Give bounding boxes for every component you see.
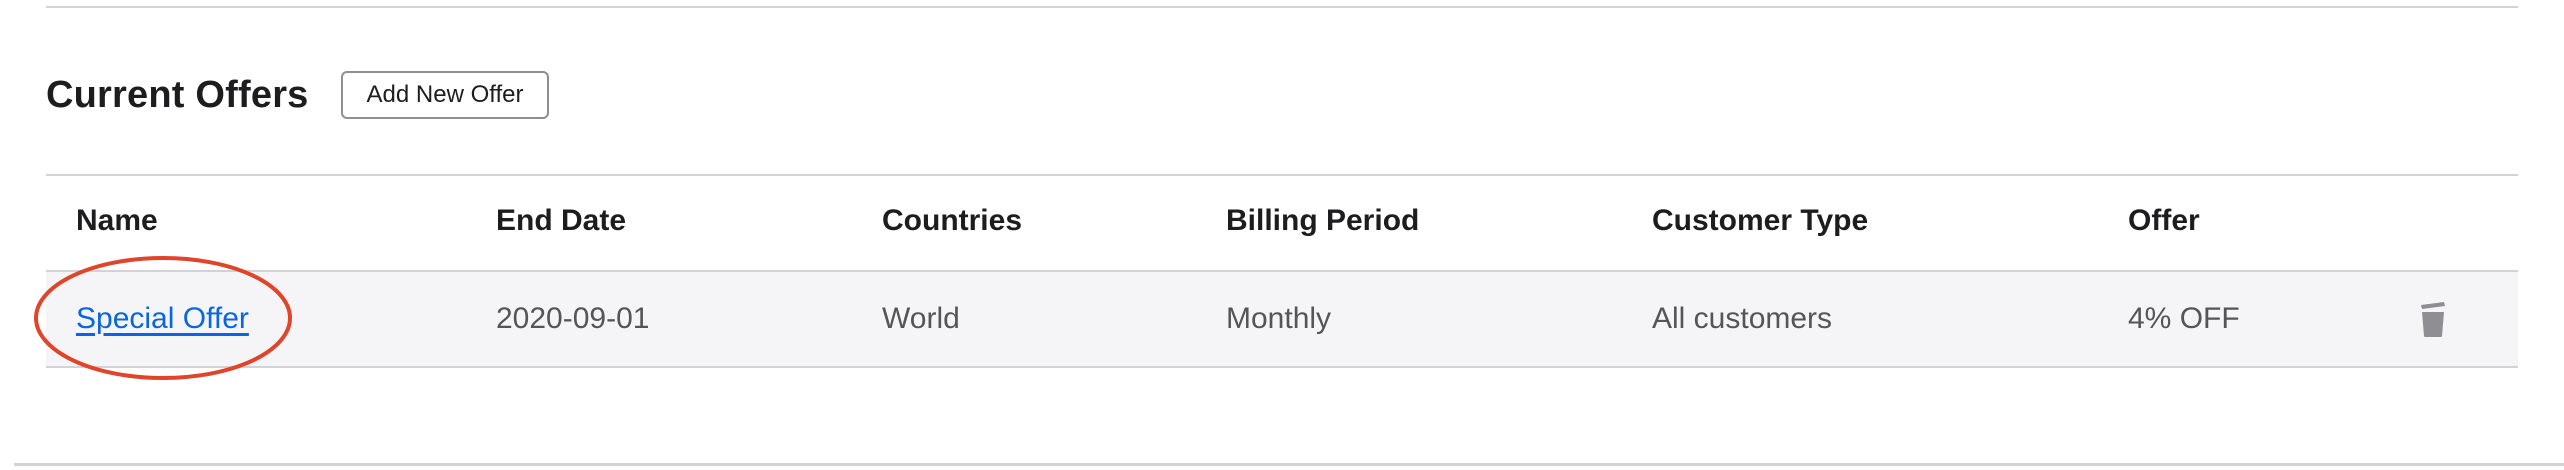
delete-cell [2418, 272, 2448, 366]
column-header-countries: Countries [882, 204, 1023, 237]
offer-name-cell: Special Offer [76, 272, 249, 366]
trash-icon[interactable] [2418, 299, 2448, 339]
offer-cell: 4% OFF [2128, 302, 2240, 335]
column-header-customer-type: Customer Type [1652, 204, 1869, 237]
bottom-divider [14, 463, 2564, 466]
table-header-row: Name End Date Countries Billing Period C… [46, 174, 2518, 272]
billing-period-cell: Monthly [1226, 302, 1332, 335]
section-title: Current Offers [46, 73, 309, 116]
table-row: Special Offer 2020-09-01 World Monthly A… [46, 272, 2518, 368]
section-header: Current Offers Add New Offer [46, 70, 550, 120]
offer-name-link[interactable]: Special Offer [76, 302, 249, 336]
customer-type-cell: All customers [1652, 302, 1833, 335]
countries-cell: World [882, 302, 960, 335]
column-header-end-date: End Date [496, 204, 627, 237]
column-header-name: Name [76, 204, 158, 237]
column-header-offer: Offer [2128, 204, 2200, 237]
offers-page: Current Offers Add New Offer Name End Da… [0, 0, 2564, 470]
end-date-cell: 2020-09-01 [496, 302, 650, 335]
column-header-billing-period: Billing Period [1226, 204, 1420, 237]
offers-table: Name End Date Countries Billing Period C… [34, 174, 2518, 380]
top-divider [46, 6, 2518, 8]
add-new-offer-button[interactable]: Add New Offer [340, 71, 550, 119]
